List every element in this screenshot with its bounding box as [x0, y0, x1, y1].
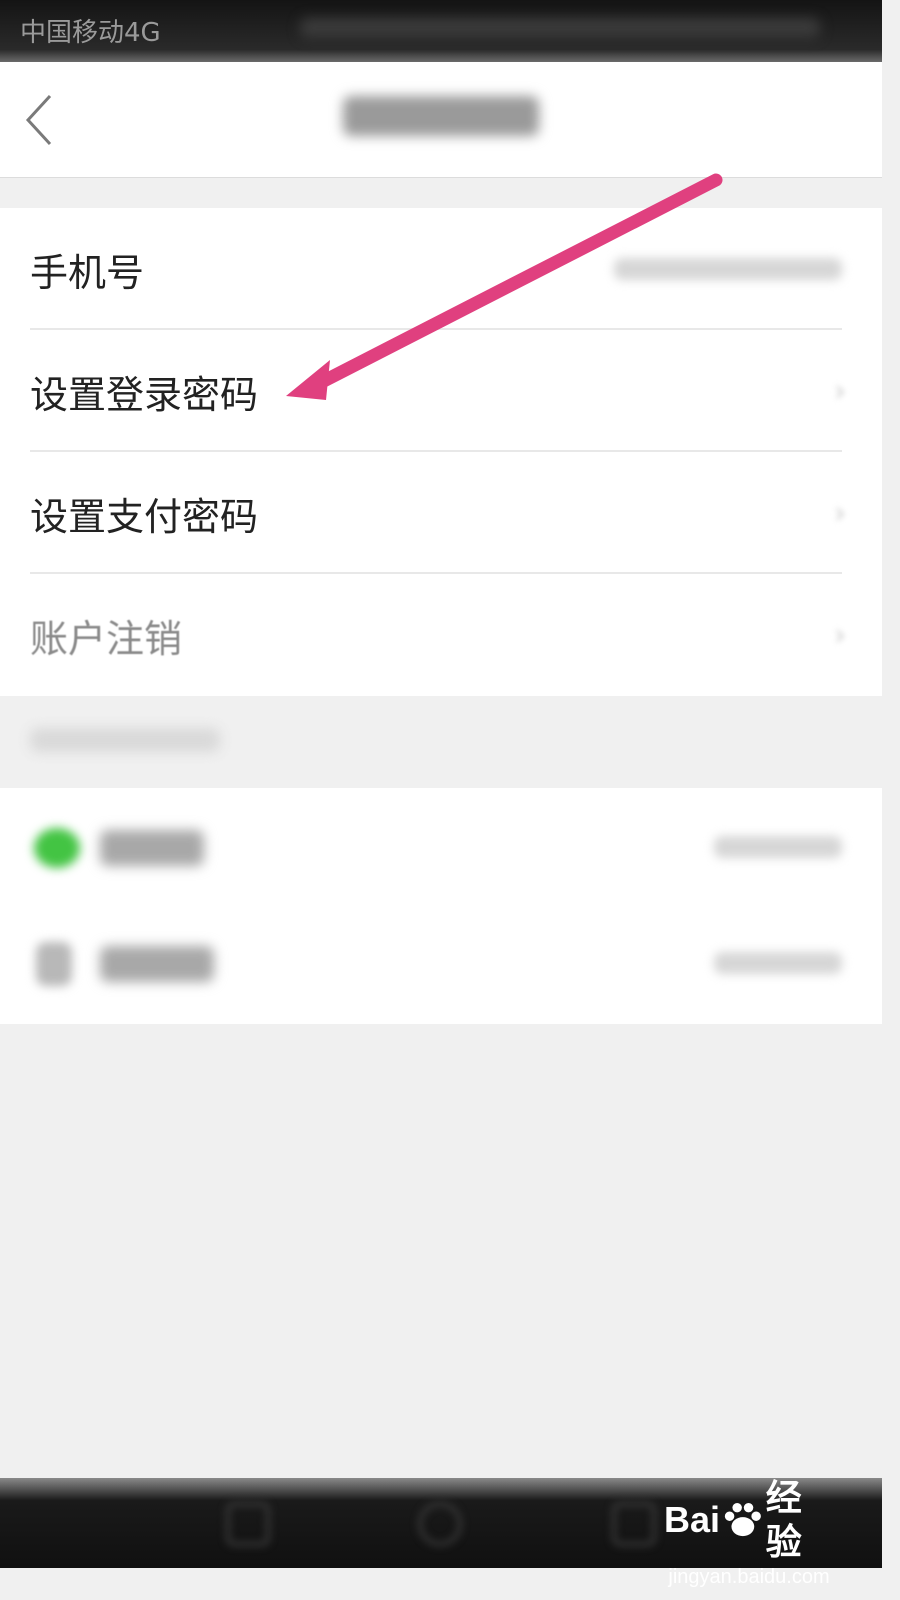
list-item-account-cancel[interactable]: 账户注销 ›	[0, 574, 882, 696]
account-settings-group: 手机号 设置登录密码 › 设置支付密码 › 账户注销 ›	[0, 208, 882, 696]
menu-button[interactable]	[54, 1502, 98, 1546]
recents-button[interactable]	[612, 1502, 656, 1546]
list-item-login-password[interactable]: 设置登录密码 ›	[0, 330, 882, 452]
item-name-blurred	[100, 830, 204, 866]
wechat-icon	[34, 828, 80, 868]
watermark-logo-left: Bai	[664, 1499, 721, 1540]
watermark-logo-right: 经验	[765, 1477, 802, 1562]
baidu-jingyan-watermark: Bai 经验 jingyan.baidu.com	[664, 1476, 834, 1588]
back-system-button[interactable]	[226, 1502, 270, 1546]
row-label: 账户注销	[30, 616, 183, 661]
section-header-blurred	[30, 728, 220, 752]
list-item-payment-password[interactable]: 设置支付密码 ›	[0, 452, 882, 574]
nav-bar	[0, 62, 882, 178]
bindings-group	[0, 788, 882, 1024]
row-label: 设置登录密码	[30, 372, 259, 417]
row-label: 手机号	[30, 250, 145, 295]
list-item-other-binding[interactable]	[0, 906, 882, 1024]
chevron-right-icon: ›	[834, 495, 846, 531]
item-status-blurred	[714, 952, 842, 974]
watermark-logo: Bai 经验	[664, 1476, 834, 1564]
item-name-blurred	[100, 946, 214, 982]
status-icons-blurred	[300, 18, 820, 38]
carrier-label: 中国移动4G	[20, 18, 161, 48]
chevron-right-icon: ›	[834, 373, 846, 409]
chevron-right-icon: ›	[834, 617, 846, 653]
list-item-phone[interactable]: 手机号	[0, 208, 882, 330]
item-status-blurred	[714, 836, 842, 858]
phone-value-blurred	[614, 258, 842, 280]
row-label: 设置支付密码	[30, 494, 259, 539]
person-icon	[36, 942, 72, 986]
home-button[interactable]	[418, 1502, 462, 1546]
paw-icon	[724, 1502, 761, 1537]
list-item-wechat-binding[interactable]	[0, 788, 882, 906]
page-title-blurred	[0, 96, 882, 146]
status-bar: 中国移动4G	[0, 0, 882, 62]
watermark-url: jingyan.baidu.com	[668, 1566, 830, 1588]
